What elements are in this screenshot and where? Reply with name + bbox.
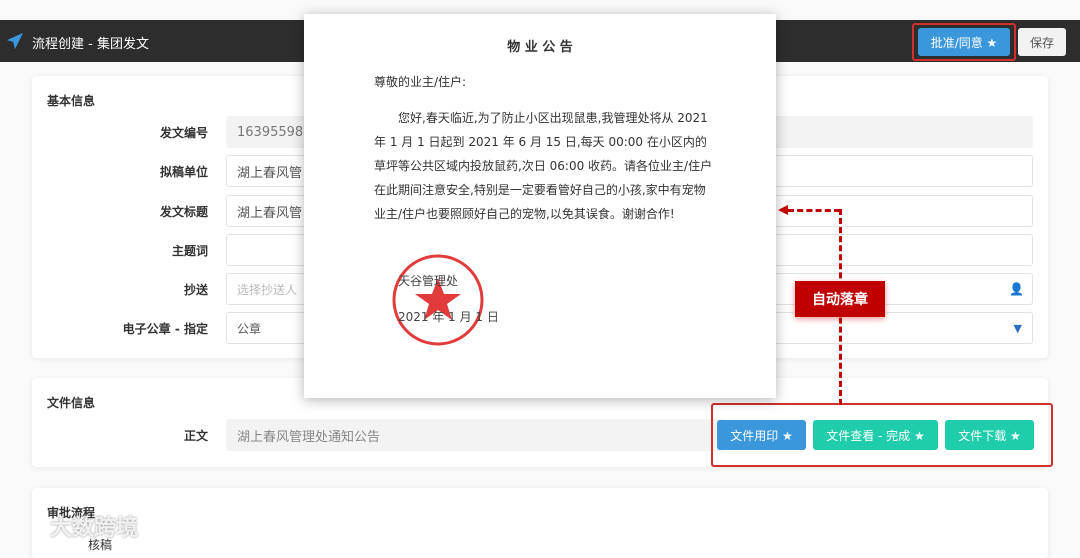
- add-user-icon[interactable]: 👤: [1009, 282, 1024, 296]
- field-label: 抄送: [183, 283, 208, 297]
- arrow-head-icon: [778, 205, 788, 215]
- notice-preview: 物 业 公 告 尊敬的业主/住户: 您好,春天临近,为了防止小区出现鼠患,我管理…: [304, 14, 776, 398]
- watermark: 大数跨境: [50, 516, 139, 541]
- annotation-arrow-line: [788, 209, 840, 212]
- field-label: 发文编号: [159, 126, 208, 140]
- notice-signer: 天谷管理处: [398, 274, 459, 288]
- section-title: 基本信息: [47, 94, 96, 108]
- auto-seal-annotation: 自动落章: [795, 281, 885, 317]
- notice-date: 2021 年 1 月 1 日: [398, 310, 499, 324]
- approval-card: 审批流程 核稿: [32, 488, 1048, 558]
- paper-plane-icon: [6, 32, 24, 50]
- save-button[interactable]: 保存: [1018, 28, 1066, 56]
- field-label: 拟稿单位: [159, 165, 208, 179]
- page-title: 流程创建 - 集团发文: [32, 37, 149, 52]
- chevron-down-icon: ▼: [1013, 321, 1022, 335]
- field-label: 电子公章 - 指定: [122, 322, 208, 336]
- notice-body: 您好,春天临近,为了防止小区出现鼠患,我管理处将从 2021 年 1 月 1 日…: [374, 111, 713, 221]
- seal-value: 公章: [237, 321, 262, 336]
- file-seal-button[interactable]: 文件用印 ★: [717, 420, 806, 450]
- approve-button[interactable]: 批准/同意 ★: [918, 28, 1010, 56]
- file-view-button[interactable]: 文件查看 - 完成 ★: [813, 420, 938, 450]
- notice-greeting: 尊敬的业主/住户:: [374, 75, 467, 89]
- body-file-field: 湖上春风管理处通知公告: [226, 419, 726, 451]
- notice-title: 物 业 公 告: [507, 40, 573, 55]
- field-label: 发文标题: [159, 205, 208, 219]
- field-label: 主题词: [171, 244, 208, 258]
- official-seal-stamp: [392, 254, 484, 346]
- file-download-button[interactable]: 文件下载 ★: [945, 420, 1034, 450]
- field-label: 正文: [183, 429, 208, 443]
- section-title: 文件信息: [47, 396, 96, 410]
- cc-placeholder: 选择抄送人: [237, 282, 298, 297]
